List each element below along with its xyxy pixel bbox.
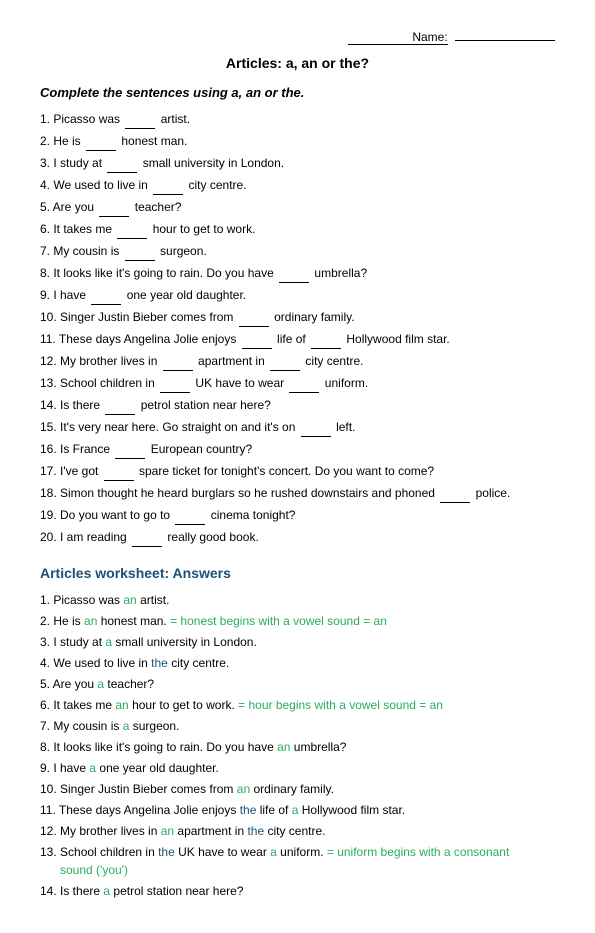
question-item: 8. It looks like it's going to rain. Do … <box>40 264 555 283</box>
question-item: 13. School children in UK have to wear u… <box>40 374 555 393</box>
question-item: 15. It's very near here. Go straight on … <box>40 418 555 437</box>
answer-item: 13. School children in the UK have to we… <box>40 843 555 879</box>
answer-item: 3. I study at a small university in Lond… <box>40 633 555 651</box>
questions-list: 1. Picasso was artist. 2. He is honest ma… <box>40 110 555 547</box>
name-line: Name: <box>40 30 555 45</box>
answer-item: 6. It takes me an hour to get to work. =… <box>40 696 555 714</box>
question-item: 5. Are you teacher? <box>40 198 555 217</box>
question-item: 12. My brother lives in apartment in cit… <box>40 352 555 371</box>
question-item: 17. I've got spare ticket for tonight's … <box>40 462 555 481</box>
question-item: 9. I have one year old daughter. <box>40 286 555 305</box>
answers-list: 1. Picasso was an artist. 2. He is an hon… <box>40 591 555 900</box>
question-item: 3. I study at small university in London… <box>40 154 555 173</box>
answer-item: 14. Is there a petrol station near here? <box>40 882 555 900</box>
answer-item: 9. I have a one year old daughter. <box>40 759 555 777</box>
question-item: 20. I am reading really good book. <box>40 528 555 547</box>
answer-item: 10. Singer Justin Bieber comes from an o… <box>40 780 555 798</box>
question-item: 11. These days Angelina Jolie enjoys lif… <box>40 330 555 349</box>
answer-item: 8. It looks like it's going to rain. Do … <box>40 738 555 756</box>
answer-item: 11. These days Angelina Jolie enjoys the… <box>40 801 555 819</box>
question-item: 18. Simon thought he heard burglars so h… <box>40 484 555 503</box>
answers-title: Articles worksheet: Answers <box>40 565 555 581</box>
question-item: 10. Singer Justin Bieber comes from ordi… <box>40 308 555 327</box>
question-item: 1. Picasso was artist. <box>40 110 555 129</box>
answer-item: 12. My brother lives in an apartment in … <box>40 822 555 840</box>
answer-item: 2. He is an honest man. = honest begins … <box>40 612 555 630</box>
question-item: 19. Do you want to go to cinema tonight? <box>40 506 555 525</box>
question-item: 2. He is honest man. <box>40 132 555 151</box>
name-blank[interactable] <box>455 40 555 41</box>
main-title: Articles: a, an or the? <box>40 55 555 71</box>
question-item: 14. Is there petrol station near here? <box>40 396 555 415</box>
answer-item: 7. My cousin is a surgeon. <box>40 717 555 735</box>
answer-item: 4. We used to live in the city centre. <box>40 654 555 672</box>
section1-title: Complete the sentences using a, an or th… <box>40 85 555 100</box>
question-item: 16. Is France European country? <box>40 440 555 459</box>
question-item: 6. It takes me hour to get to work. <box>40 220 555 239</box>
answer-item: 1. Picasso was an artist. <box>40 591 555 609</box>
question-item: 4. We used to live in city centre. <box>40 176 555 195</box>
question-item: 7. My cousin is surgeon. <box>40 242 555 261</box>
answer-item: 5. Are you a teacher? <box>40 675 555 693</box>
name-label: Name: <box>348 30 448 45</box>
